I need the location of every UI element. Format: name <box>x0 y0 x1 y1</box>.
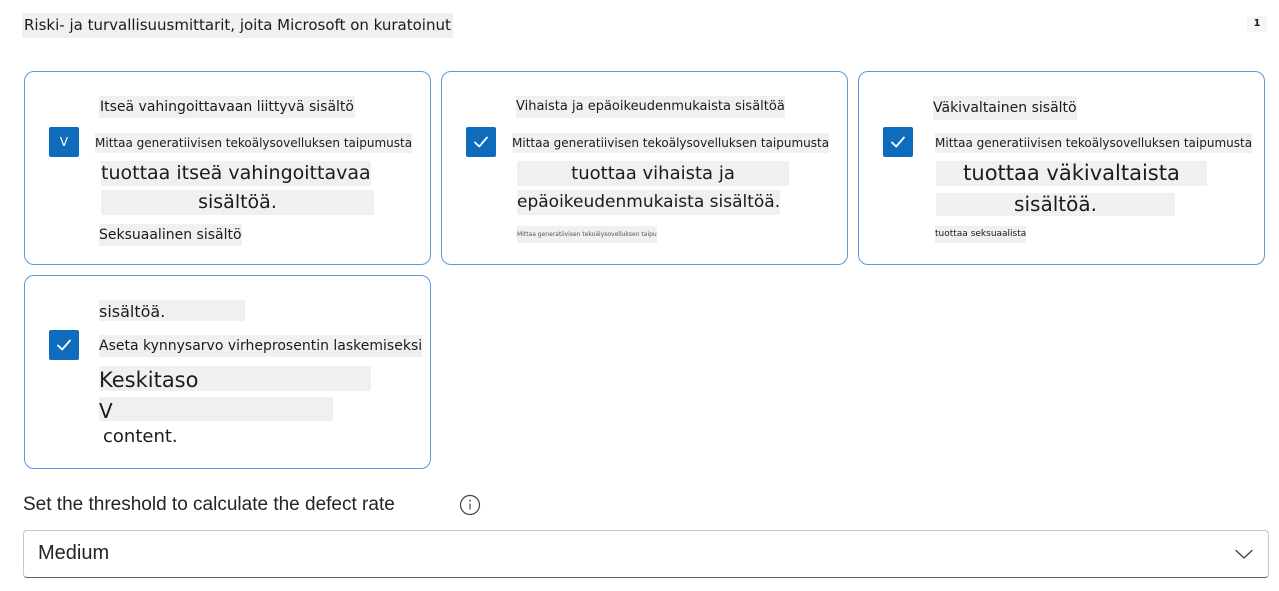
checkmark-icon <box>891 136 905 148</box>
card-checkbox[interactable] <box>49 330 79 360</box>
threshold-label: Set the threshold to calculate the defec… <box>23 494 395 515</box>
card-checkbox[interactable]: V <box>49 127 79 157</box>
checkmark-icon <box>57 339 71 351</box>
threshold-dropdown[interactable]: Medium <box>23 530 1269 578</box>
card-description: Mittaa generatiivisen tekoälysovelluksen… <box>935 133 1253 153</box>
card-checkbox[interactable] <box>883 127 913 157</box>
section-title: Riski- ja turvallisuusmittarit, joita Mi… <box>22 13 453 38</box>
metric-card-hate-unfairness[interactable]: Vihaista ja epäoikeudenmukaista sisältöä… <box>441 71 848 265</box>
card-footer: Mittaa generatiivisen tekoälysovelluksen… <box>517 226 657 243</box>
card-description-large: sisältöä. <box>101 190 374 215</box>
card-checkbox[interactable] <box>466 127 496 157</box>
card-description-large: tuottaa väkivaltaista <box>936 161 1207 186</box>
checkmark-icon: V <box>59 135 69 149</box>
card-description-large: V <box>99 397 333 423</box>
chevron-down-icon <box>1235 549 1253 559</box>
card-title: Vihaista ja epäoikeudenmukaista sisältöä <box>516 96 785 118</box>
metric-card-violence[interactable]: Väkivaltainen sisältö Mittaa generatiivi… <box>858 71 1265 265</box>
checkmark-icon <box>474 136 488 148</box>
card-footer: content. <box>103 426 178 447</box>
card-description: Mittaa generatiivisen tekoälysovelluksen… <box>512 133 830 153</box>
card-description: Mittaa generatiivisen tekoälysovelluksen… <box>95 133 413 153</box>
card-description-large: sisältöä. <box>936 193 1175 216</box>
card-description: Aseta kynnysarvo virheprosentin laskemis… <box>99 335 423 357</box>
card-description-large: tuottaa itseä vahingoittavaa <box>101 161 371 186</box>
card-footer: Seksuaalinen sisältö <box>99 224 242 246</box>
card-description-large: Keskitaso <box>99 366 371 392</box>
info-icon[interactable] <box>459 494 481 516</box>
metric-card-threshold[interactable]: sisältöä. Aseta kynnysarvo virheprosenti… <box>24 275 431 469</box>
metric-card-self-harm[interactable]: Itseä vahingoittavaan liittyvä sisältö V… <box>24 71 431 265</box>
card-title: sisältöä. <box>99 300 245 321</box>
card-footer: tuottaa seksuaalista <box>935 226 1027 243</box>
card-title: Väkivaltainen sisältö <box>933 96 1077 120</box>
count-badge: 1 <box>1247 16 1267 32</box>
card-description-large: epäoikeudenmukaista sisältöä. <box>517 190 781 215</box>
card-title: Itseä vahingoittavaan liittyvä sisältö <box>99 96 355 118</box>
card-description-large: tuottaa vihaista ja <box>517 161 789 186</box>
dropdown-selected-value: Medium <box>38 542 110 564</box>
